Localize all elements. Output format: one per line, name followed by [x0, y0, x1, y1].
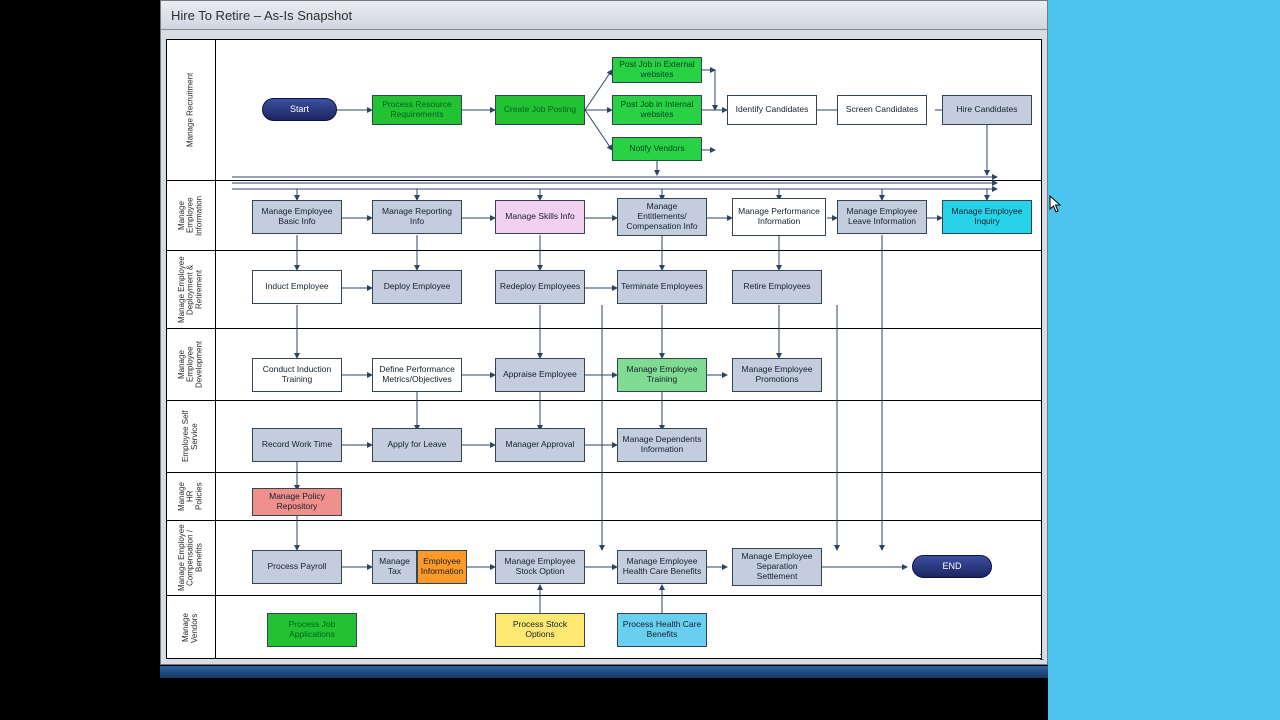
- box-define-performance-metrics[interactable]: Define Performance Metrics/Objectives: [372, 358, 462, 392]
- box-record-work-time[interactable]: Record Work Time: [252, 428, 342, 462]
- document-window: Hire To Retire – As-Is Snapshot Manage R…: [160, 0, 1048, 665]
- box-retire-employees[interactable]: Retire Employees: [732, 270, 822, 304]
- box-apply-for-leave[interactable]: Apply for Leave: [372, 428, 462, 462]
- lane-label: Manage Vendors: [167, 596, 215, 660]
- box-manage-basic-info[interactable]: Manage Employee Basic Info: [252, 200, 342, 234]
- box-post-internal[interactable]: Post Job in Internal websites: [612, 95, 702, 125]
- diagram-canvas: Manage RecruitmentManage Employee Inform…: [166, 39, 1042, 659]
- lane-divider: [167, 520, 1041, 521]
- box-manage-performance-info[interactable]: Manage Performance Information: [732, 198, 826, 236]
- footer-bar: 1: [160, 666, 1048, 678]
- page-title: Hire To Retire – As-Is Snapshot: [171, 8, 352, 23]
- box-process-health-care[interactable]: Process Health Care Benefits: [617, 613, 707, 647]
- box-post-external[interactable]: Post Job in External websites: [612, 57, 702, 83]
- box-employee-information[interactable]: Employee Information: [417, 550, 467, 584]
- end-node[interactable]: END: [912, 555, 992, 578]
- box-hire-candidates[interactable]: Hire Candidates: [942, 95, 1032, 125]
- box-manage-reporting-info[interactable]: Manage Reporting Info: [372, 200, 462, 234]
- box-identify-candidates[interactable]: Identify Candidates: [727, 95, 817, 125]
- box-manage-skills-info[interactable]: Manage Skills Info: [495, 200, 585, 234]
- lane-label: Manage Employee Compensation / Benefits: [167, 521, 215, 595]
- box-manage-dependents-info[interactable]: Manage Dependents Information: [617, 428, 707, 462]
- lane-label: Manage Employee Development: [167, 329, 215, 400]
- box-manage-stock-option[interactable]: Manage Employee Stock Option: [495, 550, 585, 584]
- box-process-resource-req[interactable]: Process Resource Requirements: [372, 95, 462, 125]
- lane-divider: [167, 472, 1041, 473]
- lane-label: Manage HR Policies: [167, 473, 215, 520]
- box-appraise-employee[interactable]: Appraise Employee: [495, 358, 585, 392]
- box-deploy-employee[interactable]: Deploy Employee: [372, 270, 462, 304]
- lane-divider: [167, 400, 1041, 401]
- box-conduct-induction-training[interactable]: Conduct Induction Training: [252, 358, 342, 392]
- stage: Hire To Retire – As-Is Snapshot Manage R…: [0, 0, 1280, 720]
- lane-divider: [167, 180, 1041, 181]
- lane-label: Manage Employee Deployment & Retirement: [167, 251, 215, 328]
- box-induct-employee[interactable]: Induct Employee: [252, 270, 342, 304]
- box-manage-separation-settlement[interactable]: Manage Employee Separation Settlement: [732, 548, 822, 586]
- box-manage-employee-promotions[interactable]: Manage Employee Promotions: [732, 358, 822, 392]
- box-redeploy-employees[interactable]: Redeploy Employees: [495, 270, 585, 304]
- box-terminate-employees[interactable]: Terminate Employees: [617, 270, 707, 304]
- box-process-payroll[interactable]: Process Payroll: [252, 550, 342, 584]
- box-manager-approval[interactable]: Manager Approval: [495, 428, 585, 462]
- slide-background-right: [1048, 0, 1280, 720]
- box-manage-health-care[interactable]: Manage Employee Health Care Benefits: [617, 550, 707, 584]
- box-manage-tax[interactable]: Manage Tax: [372, 550, 417, 584]
- box-create-job-posting[interactable]: Create Job Posting: [495, 95, 585, 125]
- box-manage-employee-inquiry[interactable]: Manage Employee Inquiry: [942, 200, 1032, 234]
- box-manage-policy-repository[interactable]: Manage Policy Repository: [252, 488, 342, 516]
- box-manage-leave-info[interactable]: Manage Employee Leave Information: [837, 200, 927, 234]
- lane-label: Employee Self Service: [167, 401, 215, 472]
- start-node[interactable]: Start: [262, 98, 337, 121]
- box-notify-vendors[interactable]: Notify Vendors: [612, 137, 702, 161]
- lane-label: Manage Recruitment: [167, 40, 215, 180]
- title-bar: Hire To Retire – As-Is Snapshot: [161, 1, 1047, 30]
- page-number: 1: [1039, 652, 1044, 662]
- lane-divider: [167, 250, 1041, 251]
- lane-label: Manage Employee Information: [167, 181, 215, 250]
- lane-divider: [167, 328, 1041, 329]
- box-process-stock-options[interactable]: Process Stock Options: [495, 613, 585, 647]
- lane-divider: [167, 595, 1041, 596]
- box-process-job-applications[interactable]: Process Job Applications: [267, 613, 357, 647]
- box-manage-employee-training[interactable]: Manage Employee Training: [617, 358, 707, 392]
- box-manage-entitlements[interactable]: Manage Entitlements/ Compensation Info: [617, 198, 707, 236]
- box-screen-candidates[interactable]: Screen Candidates: [837, 95, 927, 125]
